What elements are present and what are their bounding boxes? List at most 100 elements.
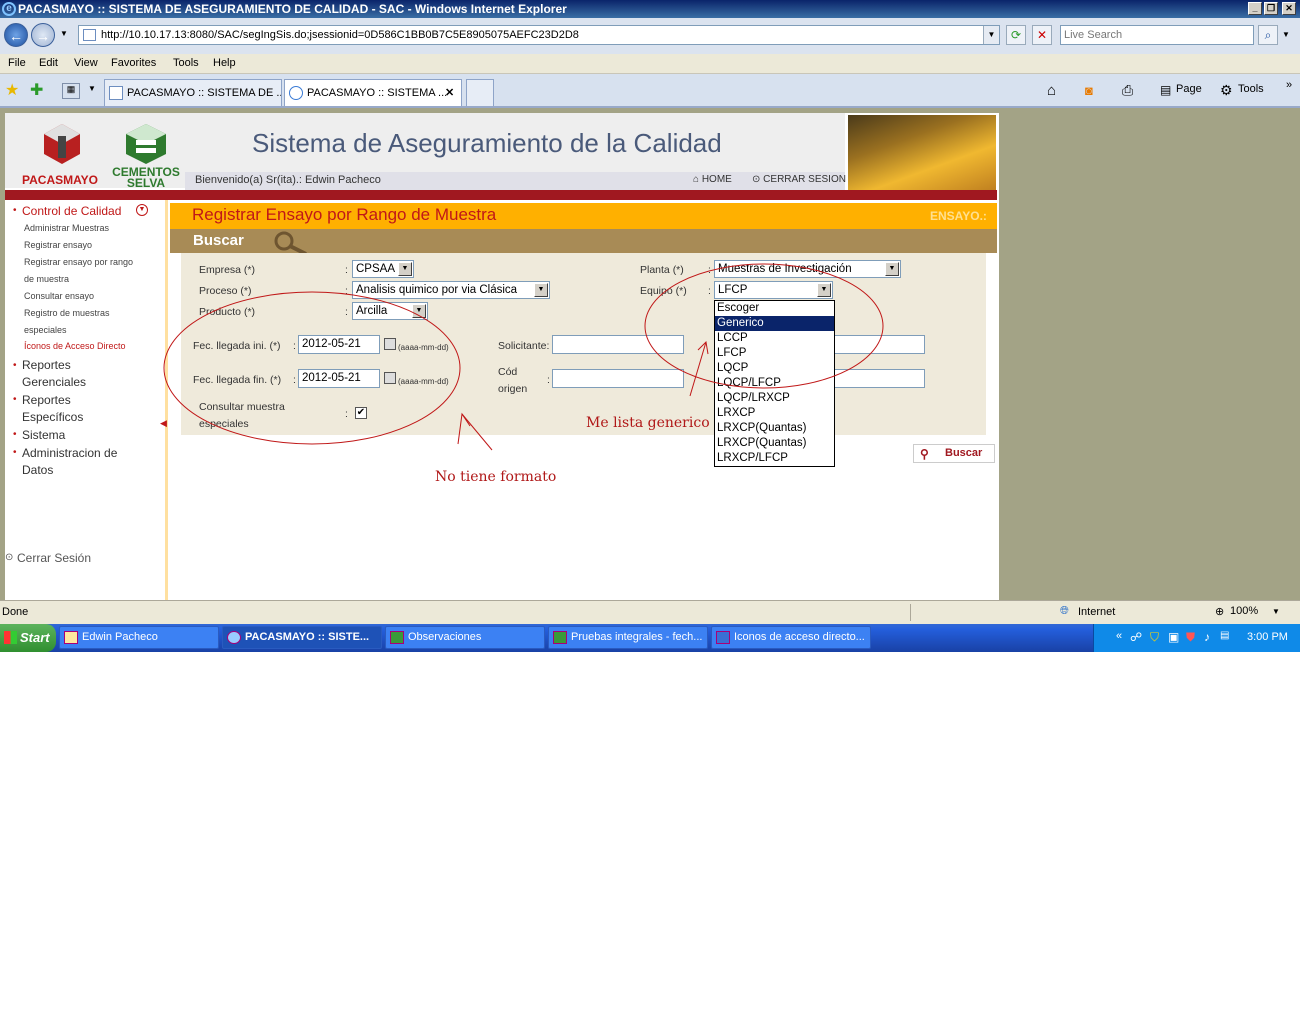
shield-icon[interactable]: ⛉ xyxy=(1150,630,1159,645)
menu-edit[interactable]: Edit xyxy=(39,57,58,69)
consultar-especiales-label-2: especiales xyxy=(199,418,249,430)
minimize-button[interactable]: _ xyxy=(1248,2,1262,15)
equipo-option-highlighted[interactable]: Generico xyxy=(715,316,834,331)
consultar-especiales-checkbox[interactable]: ✔ xyxy=(355,407,367,419)
refresh-icon[interactable]: ⟳ xyxy=(1006,25,1026,45)
home-icon[interactable]: ⌂ xyxy=(1047,82,1056,99)
close-window-button[interactable]: ✕ xyxy=(1282,2,1296,15)
logout-link-top[interactable]: ⊙ CERRAR SESION xyxy=(752,174,846,185)
equipo-option[interactable]: LQCP/LRXCP xyxy=(715,391,834,406)
add-favorite-icon[interactable]: ✚ xyxy=(30,80,43,100)
equipo-option[interactable]: LCCP xyxy=(715,331,834,346)
proceso-select[interactable]: Analisis quimico por via Clásica ▼ xyxy=(352,281,550,299)
history-dropdown-icon[interactable]: ▼ xyxy=(60,29,68,38)
taskbar-item-observaciones[interactable]: Observaciones xyxy=(385,626,545,649)
equipo-option[interactable]: LRXCP xyxy=(715,406,834,421)
search-icon[interactable]: ⌕ xyxy=(1258,25,1278,45)
taskbar-item-edwin-pacheco[interactable]: Edwin Pacheco xyxy=(59,626,219,649)
print-icon[interactable]: ⎙ xyxy=(1122,82,1133,99)
sidebar-sistema[interactable]: Sistema xyxy=(22,428,65,442)
live-search-input[interactable]: Live Search xyxy=(1060,25,1254,45)
taskbar-item-pruebas[interactable]: Pruebas integrales - fech... xyxy=(548,626,708,649)
back-button[interactable]: ← xyxy=(4,23,28,47)
menu-favorites[interactable]: Favorites xyxy=(111,57,156,69)
menu-view[interactable]: View xyxy=(74,57,98,69)
sidebar-registro-muestras-especiales[interactable]: Registro de muestras xyxy=(24,308,110,318)
cod-origen-extra-input[interactable] xyxy=(834,369,925,388)
sidebar-reportes-gerenciales[interactable]: Reportes xyxy=(22,358,71,372)
sidebar-administracion-datos[interactable]: Administracion de xyxy=(22,446,117,460)
buscar-button[interactable]: ⚲ Buscar xyxy=(913,444,995,463)
equipo-option[interactable]: LRXCP(Quantas) xyxy=(715,436,834,451)
menu-file[interactable]: File xyxy=(8,57,26,69)
start-button[interactable]: Start xyxy=(0,624,56,652)
sidebar-toggle-icon[interactable]: ◀ xyxy=(160,418,167,429)
sound-icon[interactable]: ♪ xyxy=(1204,630,1210,644)
restore-button[interactable]: ❐ xyxy=(1264,2,1278,15)
sidebar-reportes-especificos-2[interactable]: Específicos xyxy=(22,410,83,424)
address-bar[interactable]: http://10.10.17.13:8080/SAC/segIngSis.do… xyxy=(78,25,1000,45)
zoom-dropdown-icon[interactable]: ▼ xyxy=(1272,607,1280,616)
planta-select[interactable]: Muestras de Investigación ▼ xyxy=(714,260,901,278)
sidebar-reportes-gerenciales-2[interactable]: Gerenciales xyxy=(22,375,86,389)
tab-pacasmayo-2[interactable]: PACASMAYO :: SISTEMA ... ✕ xyxy=(284,79,462,106)
equipo-value: LFCP xyxy=(718,284,748,296)
empresa-select[interactable]: CPSAA ▼ xyxy=(352,260,414,278)
sidebar-registrar-ensayo-rango[interactable]: Registrar ensayo por rango xyxy=(24,257,133,267)
cod-origen-input[interactable] xyxy=(552,369,684,388)
fec-ini-input[interactable]: 2012-05-21 xyxy=(298,335,380,354)
display-icon[interactable]: ▣ xyxy=(1168,630,1179,644)
proceso-label: Proceso (*) xyxy=(199,285,252,297)
chevron-more-icon[interactable]: » xyxy=(1286,79,1292,91)
taskbar-item-iconos[interactable]: Iconos de acceso directo... xyxy=(711,626,871,649)
fec-fin-input[interactable]: 2012-05-21 xyxy=(298,369,380,388)
collapse-icon[interactable]: ▼ xyxy=(136,204,148,216)
zoom-level[interactable]: 100% xyxy=(1230,605,1258,617)
status-bar: Done 🌐︎ Internet ⊕ 100% ▼ xyxy=(0,600,1300,624)
equipo-option[interactable]: Escoger xyxy=(715,301,834,316)
sidebar-reportes-especificos[interactable]: Reportes xyxy=(22,393,71,407)
tab-pacasmayo-1[interactable]: PACASMAYO :: SISTEMA DE ... xyxy=(104,79,282,106)
sidebar-cerrar-sesion[interactable]: Cerrar Sesión xyxy=(17,551,91,565)
forward-button[interactable]: → xyxy=(31,23,55,47)
menu-tools[interactable]: Tools xyxy=(173,57,199,69)
address-dropdown-icon[interactable]: ▼ xyxy=(983,26,999,44)
stop-icon[interactable]: ✕ xyxy=(1032,25,1052,45)
close-tab-icon[interactable]: ✕ xyxy=(445,80,454,106)
calendar-icon[interactable] xyxy=(384,372,396,384)
calendar-icon[interactable] xyxy=(384,338,396,350)
equipo-option[interactable]: LQCP/LFCP xyxy=(715,376,834,391)
page-menu[interactable]: Page xyxy=(1176,83,1202,95)
equipo-option[interactable]: LRXCP(Quantas) xyxy=(715,421,834,436)
sidebar-consultar-ensayo[interactable]: Consultar ensayo xyxy=(24,291,94,301)
network-icon[interactable]: ☍ xyxy=(1130,630,1142,644)
sidebar-registrar-ensayo[interactable]: Registrar ensayo xyxy=(24,240,92,250)
menu-help[interactable]: Help xyxy=(213,57,236,69)
taskbar-item-pacasmayo[interactable]: PACASMAYO :: SISTE... xyxy=(222,626,382,649)
tools-menu[interactable]: Tools xyxy=(1238,83,1264,95)
task-label: Observaciones xyxy=(408,631,482,643)
favorites-star-icon[interactable]: ★ xyxy=(5,80,19,100)
feeds-icon[interactable]: ◙ xyxy=(1085,83,1093,98)
new-tab-button[interactable] xyxy=(466,79,494,106)
sidebar-registro-muestras-especiales-2[interactable]: especiales xyxy=(24,325,67,335)
solicitante-input[interactable] xyxy=(552,335,684,354)
sidebar-administrar-muestras[interactable]: Administrar Muestras xyxy=(24,223,109,233)
tab-list-icon[interactable]: ▼ xyxy=(88,84,96,93)
sidebar-administracion-datos-2[interactable]: Datos xyxy=(22,463,53,477)
search-options-icon[interactable]: ▼ xyxy=(1282,30,1290,39)
sidebar-control-calidad[interactable]: Control de Calidad xyxy=(22,204,121,218)
tray-expand-icon[interactable]: « xyxy=(1116,630,1122,642)
antivirus-icon[interactable]: ⛊ xyxy=(1186,630,1195,645)
equipo-option[interactable]: LRXCP/LFCP xyxy=(715,451,834,466)
producto-select[interactable]: Arcilla ▼ xyxy=(352,302,428,320)
equipo-select[interactable]: LFCP ▼ xyxy=(714,281,833,299)
equipo-option[interactable]: LFCP xyxy=(715,346,834,361)
sidebar-iconos-acceso-directo[interactable]: Íconos de Acceso Directo xyxy=(24,341,126,351)
equipo-option[interactable]: LQCP xyxy=(715,361,834,376)
quick-tabs-icon[interactable]: ▦ xyxy=(62,83,80,99)
sidebar-registrar-ensayo-rango-2[interactable]: de muestra xyxy=(24,274,69,284)
home-link[interactable]: ⌂ HOME xyxy=(693,174,732,185)
solicitante-extra-input[interactable] xyxy=(834,335,925,354)
vm-icon[interactable]: ▤ xyxy=(1220,630,1229,641)
